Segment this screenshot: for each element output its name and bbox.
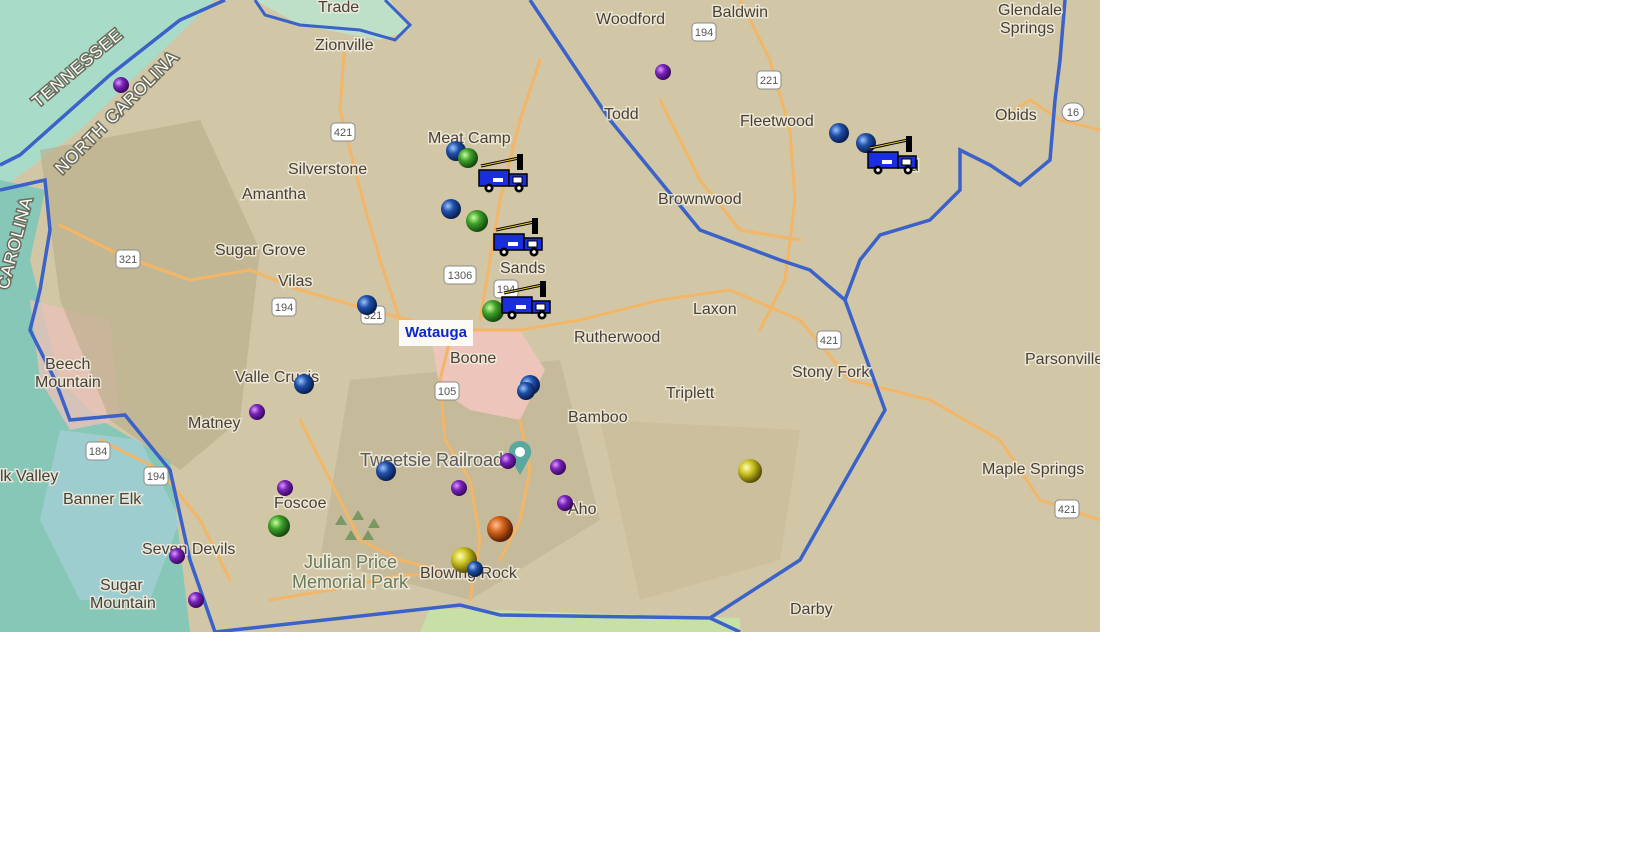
place-label: Stony Fork: [792, 364, 870, 381]
svg-text:421: 421: [334, 127, 352, 139]
svg-text:421: 421: [820, 335, 838, 347]
map-viewport[interactable]: TENNESSEE NORTH CAROLINA CAROLINA Trade …: [0, 0, 1100, 632]
place-label: Rutherwood: [574, 329, 660, 346]
place-label: Mountain: [35, 374, 101, 391]
outage-marker[interactable]: [550, 459, 566, 475]
place-label: Matney: [188, 415, 240, 432]
svg-text:105: 105: [438, 386, 456, 398]
place-label: Silverstone: [288, 161, 367, 178]
outage-marker[interactable]: [113, 77, 129, 93]
outage-marker[interactable]: [268, 515, 290, 537]
outage-marker[interactable]: [738, 459, 762, 483]
outage-marker[interactable]: [655, 64, 671, 80]
place-label: Beech: [45, 356, 90, 373]
outage-marker[interactable]: [294, 374, 314, 394]
outage-marker[interactable]: [458, 148, 478, 168]
outage-marker[interactable]: [829, 123, 849, 143]
place-label: Darby: [790, 601, 833, 618]
place-label: Zionville: [315, 37, 374, 54]
outage-marker[interactable]: [451, 480, 467, 496]
outage-marker[interactable]: [487, 516, 513, 542]
outage-marker[interactable]: [277, 480, 293, 496]
place-label: Banner Elk: [63, 491, 142, 508]
svg-text:16: 16: [1067, 107, 1079, 119]
place-label: Parsonville: [1025, 351, 1100, 368]
place-label: Boone: [450, 350, 496, 367]
place-label: Woodford: [596, 11, 665, 28]
place-label: Baldwin: [712, 4, 768, 21]
place-label: Todd: [604, 106, 639, 123]
outage-marker[interactable]: [357, 295, 377, 315]
route-shield: 421: [816, 330, 842, 350]
route-shield: 221: [756, 70, 782, 90]
route-shield: 1306: [443, 265, 477, 285]
place-label: Sugar Grove: [215, 242, 306, 259]
outage-marker[interactable]: [466, 210, 488, 232]
svg-text:184: 184: [89, 446, 107, 458]
outage-marker[interactable]: [441, 199, 461, 219]
svg-text:321: 321: [119, 254, 137, 266]
place-label: Bamboo: [568, 409, 628, 426]
map-canvas[interactable]: TENNESSEE NORTH CAROLINA CAROLINA Trade …: [0, 0, 1100, 632]
outage-marker[interactable]: [376, 461, 396, 481]
route-shield: 421: [330, 122, 356, 142]
outage-marker[interactable]: [500, 453, 516, 469]
svg-text:194: 194: [275, 302, 293, 314]
route-shield: 421: [1054, 499, 1080, 519]
place-label: Seven Devils: [142, 541, 235, 558]
route-shield: 194: [271, 297, 297, 317]
place-label: Brownwood: [658, 191, 742, 208]
route-shield: 184: [85, 441, 111, 461]
place-label: Julian Price: [304, 552, 397, 572]
route-shield: 105: [434, 381, 460, 401]
svg-text:421: 421: [1058, 504, 1076, 516]
place-label: Springs: [1000, 20, 1054, 37]
outage-marker[interactable]: [169, 548, 185, 564]
county-label: Watauga: [399, 320, 473, 346]
place-label: Laxon: [693, 301, 737, 318]
place-label: Glendale: [998, 2, 1062, 19]
route-shield: 194: [143, 466, 169, 486]
place-label: Meat Camp: [428, 130, 511, 147]
place-label: Sugar: [100, 577, 143, 594]
svg-text:1306: 1306: [448, 270, 472, 282]
route-shield: 321: [115, 249, 141, 269]
place-label: Memorial Park: [292, 572, 409, 592]
place-label: Foscoe: [274, 495, 327, 512]
route-shield: 16: [1061, 102, 1085, 122]
place-label: Obids: [995, 107, 1037, 124]
outage-marker[interactable]: [557, 495, 573, 511]
svg-text:194: 194: [695, 27, 713, 39]
route-shield: 194: [493, 279, 519, 299]
place-label: Fleetwood: [740, 113, 814, 130]
place-label: Vilas: [278, 273, 312, 290]
svg-text:221: 221: [760, 75, 778, 87]
place-label: Sands: [500, 260, 545, 277]
place-label: Trade: [318, 0, 359, 16]
outage-marker[interactable]: [517, 382, 535, 400]
outage-marker[interactable]: [856, 133, 876, 153]
route-shield: 194: [691, 22, 717, 42]
place-label: Triplett: [666, 385, 715, 402]
place-label: Maple Springs: [982, 461, 1084, 478]
outage-marker[interactable]: [249, 404, 265, 420]
place-label: lk Valley: [0, 468, 58, 485]
outage-marker[interactable]: [188, 592, 204, 608]
outage-marker[interactable]: [467, 561, 483, 577]
place-label: Mountain: [90, 595, 156, 612]
svg-text:194: 194: [147, 471, 165, 483]
outage-marker[interactable]: [482, 300, 504, 322]
place-label: Amantha: [242, 186, 306, 203]
